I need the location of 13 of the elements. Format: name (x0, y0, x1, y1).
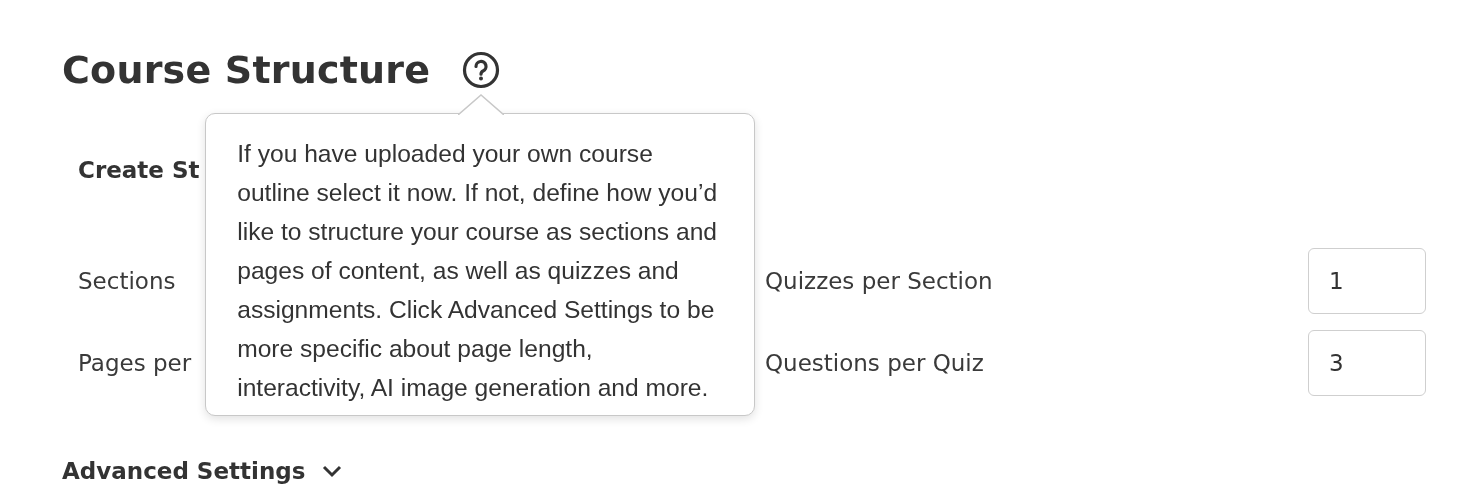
field-label: Quizzes per Section (765, 268, 993, 294)
number-field[interactable]: 3 (1308, 330, 1426, 396)
field-label: Questions per Quiz (765, 350, 984, 376)
field-label: Pages per (78, 350, 192, 376)
advanced-settings-toggle[interactable]: Advanced Settings (62, 458, 306, 484)
section-heading: Create St (78, 156, 200, 184)
help-icon[interactable] (462, 51, 501, 89)
page-title: Course Structure (62, 48, 431, 92)
chevron-down-icon[interactable] (321, 464, 344, 478)
field-label: Sections (78, 268, 176, 294)
number-field[interactable]: 1 (1308, 248, 1426, 314)
popover-pointer (458, 94, 505, 115)
help-popover: If you have uploaded your own course outline select it now. If not, define how you’d like to structure your course as sections and pages of content, as well as quizzes and assignments. Click Advanced Settings to be more specific about page length, interactivity, AI image generation and more. (205, 113, 756, 416)
